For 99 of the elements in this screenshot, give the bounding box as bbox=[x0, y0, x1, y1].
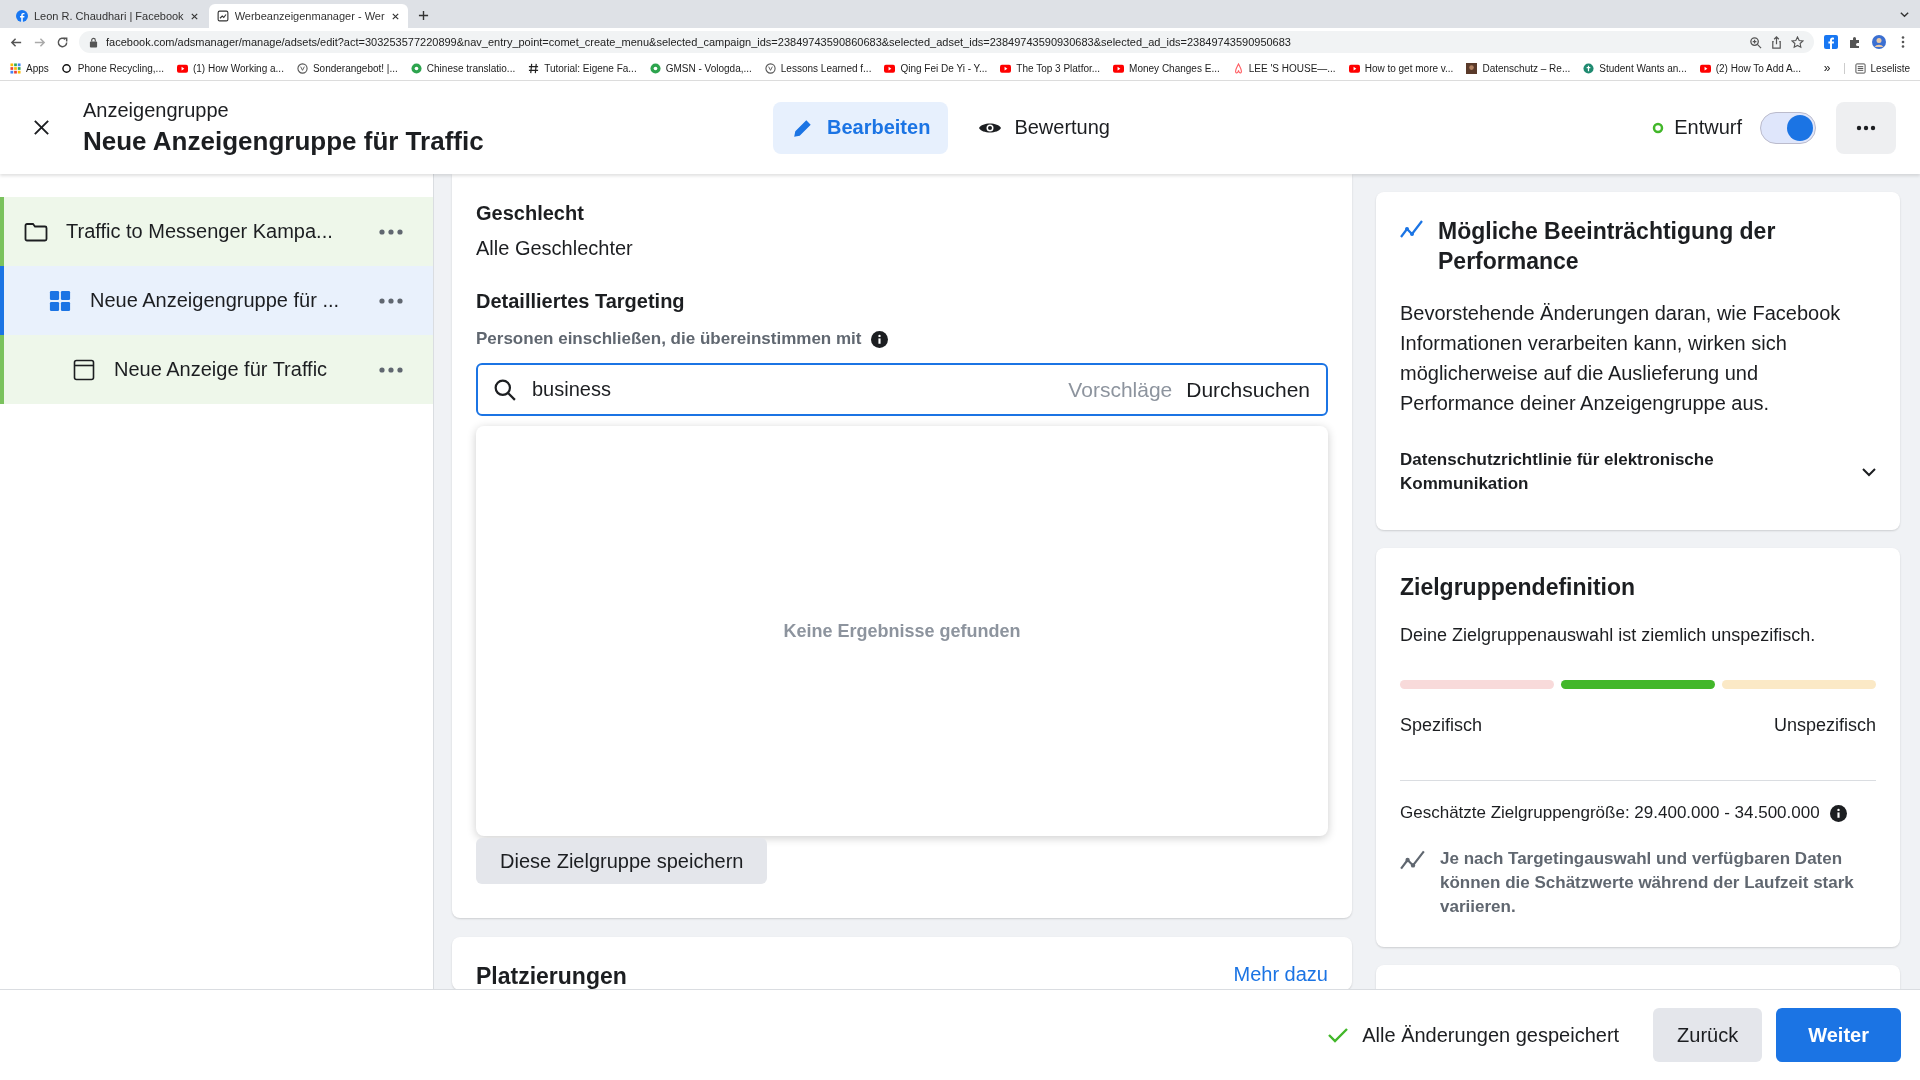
bookmark-icon bbox=[1348, 62, 1360, 74]
status-dot bbox=[1652, 121, 1665, 134]
more-icon[interactable] bbox=[379, 297, 403, 304]
list-icon bbox=[1854, 62, 1866, 74]
targeting-hint: Personen einschließen, die übereinstimmen mit bbox=[476, 329, 862, 349]
bookmark[interactable]: Sonderangebot! |... bbox=[296, 62, 398, 74]
chevron-icon bbox=[1862, 467, 1876, 477]
bookmark[interactable]: How to get more v... bbox=[1348, 62, 1454, 74]
gender-value: Alle Geschlechter bbox=[476, 237, 633, 260]
bookmark[interactable]: (2) How To Add A... bbox=[1699, 62, 1802, 74]
trend-icon bbox=[1400, 849, 1426, 871]
close-icon[interactable] bbox=[32, 118, 51, 137]
info-icon[interactable] bbox=[871, 330, 889, 348]
card-title: Zielgruppendefinition bbox=[1400, 573, 1637, 602]
close-icon[interactable] bbox=[390, 11, 400, 21]
bookmark[interactable]: Tutorial: Eigene Fa... bbox=[528, 62, 637, 74]
ad-icon bbox=[72, 358, 96, 381]
bookmark-icon bbox=[61, 62, 73, 74]
mode-tab[interactable]: Bearbeiten bbox=[773, 101, 949, 154]
card-text: Bevorstehende Änderungen daran, wie Facebook Informationen verarbeiten kann, wirken sich möglicherweise auf die Auslieferung und Performance deiner Anzeigengruppe aus. bbox=[1400, 301, 1842, 416]
bookmark-icon bbox=[1583, 62, 1595, 74]
more-icon[interactable] bbox=[379, 228, 403, 235]
bookmark-icon bbox=[176, 62, 188, 74]
card-title: Mögliche Beeinträchtigung der Performance bbox=[1438, 217, 1777, 276]
bookmark[interactable]: (1) How Working a... bbox=[176, 62, 284, 74]
more-icon[interactable] bbox=[379, 366, 403, 373]
bookmark[interactable]: Datenschutz – Re... bbox=[1466, 62, 1571, 74]
bookmark-icon bbox=[528, 62, 540, 74]
bookmark-icon bbox=[410, 62, 422, 74]
search-field[interactable]: business Vorschläge Durchsuchen bbox=[476, 363, 1328, 416]
close-icon[interactable] bbox=[189, 11, 199, 21]
mode-tab[interactable]: Bewertung bbox=[960, 101, 1128, 154]
bookmark[interactable]: Lessons Learned f... bbox=[764, 62, 872, 74]
plus-icon[interactable] bbox=[417, 10, 429, 21]
more-icon bbox=[1856, 124, 1876, 131]
section-title: Platzierungen bbox=[476, 963, 627, 989]
lock-icon bbox=[89, 36, 98, 48]
save-audience-button[interactable]: Diese Zielgruppe speichern bbox=[476, 838, 768, 884]
chevron-down-icon[interactable] bbox=[1899, 9, 1910, 20]
reading-list[interactable]: Leseliste bbox=[1843, 62, 1910, 74]
bookmark-icon bbox=[1232, 62, 1244, 74]
bookmark[interactable]: The Top 3 Platfor... bbox=[1000, 62, 1101, 74]
browse-link[interactable]: Durchsuchen bbox=[1186, 377, 1310, 402]
bookmark[interactable]: Student Wants an... bbox=[1583, 62, 1687, 74]
empty-message: Keine Ergebnisse gefunden bbox=[783, 620, 1021, 642]
section-label: Geschlecht bbox=[476, 202, 584, 225]
more-bookmarks[interactable]: » bbox=[1823, 61, 1831, 75]
bookmark[interactable]: GMSN - Vologda,... bbox=[649, 62, 752, 74]
audience-size: Geschätzte Zielgruppengröße: 29.400.000 - 34.500.000 bbox=[1400, 803, 1820, 823]
meter-label: Spezifisch bbox=[1400, 715, 1483, 736]
bookmark[interactable]: Phone Recycling,... bbox=[61, 62, 164, 74]
tree-item[interactable]: Neue Anzeigengruppe für ... bbox=[0, 266, 433, 335]
check-icon bbox=[1328, 1027, 1349, 1043]
privacy-accordion[interactable]: Datenschutzrichtlinie für elektronische Kommunikation bbox=[1400, 448, 1876, 496]
status-label: Entwurf bbox=[1674, 116, 1742, 139]
bookmark-icon bbox=[1000, 62, 1012, 74]
trend-icon bbox=[1400, 219, 1424, 239]
bookmark-icon bbox=[10, 62, 21, 74]
tree-item[interactable]: Neue Anzeige für Traffic bbox=[0, 335, 433, 404]
bookmark[interactable]: LEE 'S HOUSE—... bbox=[1232, 62, 1336, 74]
puzzle-icon[interactable] bbox=[1848, 35, 1862, 49]
next-button[interactable]: Weiter bbox=[1776, 1008, 1901, 1062]
section-label: Detailliertes Targeting bbox=[476, 290, 685, 313]
browser-tab[interactable]: Leon R. Chaudhari | Facebook bbox=[8, 4, 207, 28]
page-title: Neue Anzeigengruppe für Traffic bbox=[83, 125, 485, 157]
info-icon[interactable] bbox=[1829, 804, 1847, 822]
bookmark[interactable]: Money Changes E... bbox=[1113, 62, 1220, 74]
card-text: Deine Zielgruppenauswahl ist ziemlich unspezifisch. bbox=[1400, 624, 1817, 647]
bookmark[interactable]: Chinese translatio... bbox=[410, 62, 516, 74]
save-status: Alle Änderungen gespeichert bbox=[1362, 1023, 1620, 1047]
search-icon bbox=[494, 378, 516, 401]
bookmark-icon bbox=[1699, 62, 1711, 74]
address-bar[interactable]: facebook.com/adsmanager/manage/adsets/edit?act=303253577220899&nav_entry_point=comet_create_menu&selected_campaign_ids=23849743590860683&selected_adset_ids=23849743590930683&selected_ad_ids=23849743590950683 bbox=[79, 31, 1814, 53]
back-button[interactable]: Zurück bbox=[1653, 1008, 1763, 1062]
page-subtitle: Anzeigengruppe bbox=[83, 98, 230, 122]
meter-label: Unspezifisch bbox=[1773, 715, 1876, 736]
toggle-switch[interactable] bbox=[1760, 111, 1816, 144]
share-icon[interactable] bbox=[1770, 35, 1783, 49]
bookmark-icon bbox=[649, 62, 661, 74]
bookmark[interactable]: Apps bbox=[10, 62, 49, 74]
bookmark-icon bbox=[884, 62, 896, 74]
zoom-icon[interactable] bbox=[1749, 35, 1762, 49]
chart-icon bbox=[216, 10, 229, 22]
bookmark-icon bbox=[764, 62, 776, 74]
facebook-icon bbox=[16, 10, 28, 22]
grid-icon bbox=[48, 289, 72, 312]
bookmark-icon bbox=[296, 62, 308, 74]
estimate-note: Je nach Targetingauswahl und verfügbaren Daten können die Schätzwerte während der Laufzeit stark variieren. bbox=[1440, 848, 1855, 918]
tree-item[interactable]: Traffic to Messenger Kampa... bbox=[0, 197, 433, 266]
learn-more-link[interactable]: Mehr dazu bbox=[1233, 963, 1328, 986]
bookmark[interactable]: Qing Fei De Yi - Y... bbox=[884, 62, 988, 74]
facebook-icon[interactable] bbox=[1824, 35, 1838, 49]
folder-icon bbox=[24, 220, 48, 243]
browser-tab[interactable]: Werbeanzeigenmanager - Wer bbox=[208, 4, 408, 28]
star-icon[interactable] bbox=[1791, 35, 1804, 49]
bookmark-icon bbox=[1113, 62, 1125, 74]
reload-icon[interactable] bbox=[56, 35, 69, 49]
avatar-icon[interactable] bbox=[1872, 35, 1886, 49]
bookmark-icon bbox=[1466, 62, 1478, 74]
